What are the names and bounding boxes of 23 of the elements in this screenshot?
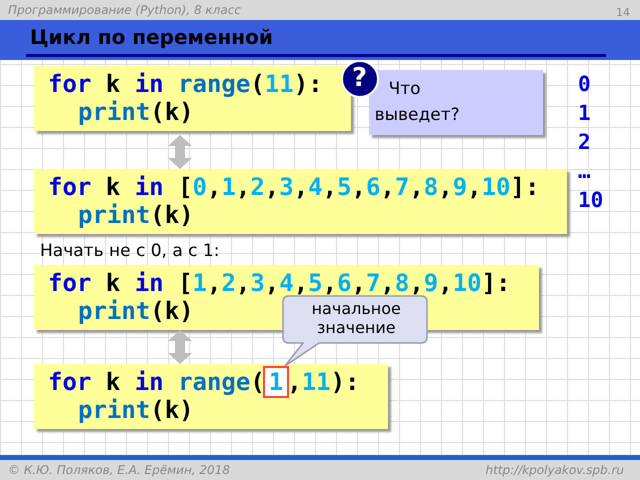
output-value: 10 — [578, 187, 604, 214]
page-number: 14 — [616, 5, 630, 20]
code-line: for k in [0,1,2,3,4,5,6,7,8,9,10]: — [48, 173, 540, 201]
code-line: for k in range( 1 ,11): — [48, 368, 360, 396]
code-line: for k in [1,2,3,4,5,6,7,8,9,10]: — [48, 269, 510, 297]
instruction-text: Начать не с 0, а с 1: — [40, 240, 220, 262]
copyright-text: © К.Ю. Поляков, Е.А. Ерёмин, 2018 — [8, 462, 230, 479]
question-badge: ? — [340, 60, 379, 98]
double-arrow-icon — [168, 330, 192, 364]
code-line: for k in range(11): — [48, 70, 323, 98]
website-url: http://kpolyakov.spb.ru — [485, 462, 624, 479]
code-line: print(k) — [77, 98, 194, 126]
code-line: print(k) — [77, 396, 194, 424]
code-line: print(k) — [77, 297, 194, 325]
slide-title: Цикл по переменной — [26, 20, 606, 57]
callout-text: начальное значение — [310, 299, 402, 337]
output-value: 2 — [578, 129, 592, 156]
output-value: 1 — [578, 100, 592, 127]
output-value: 0 — [578, 71, 592, 98]
course-title: Программирование (Python), 8 класс — [8, 2, 241, 19]
code-line: print(k) — [77, 201, 194, 229]
output-value: … — [578, 158, 592, 185]
double-arrow-icon — [168, 135, 192, 169]
